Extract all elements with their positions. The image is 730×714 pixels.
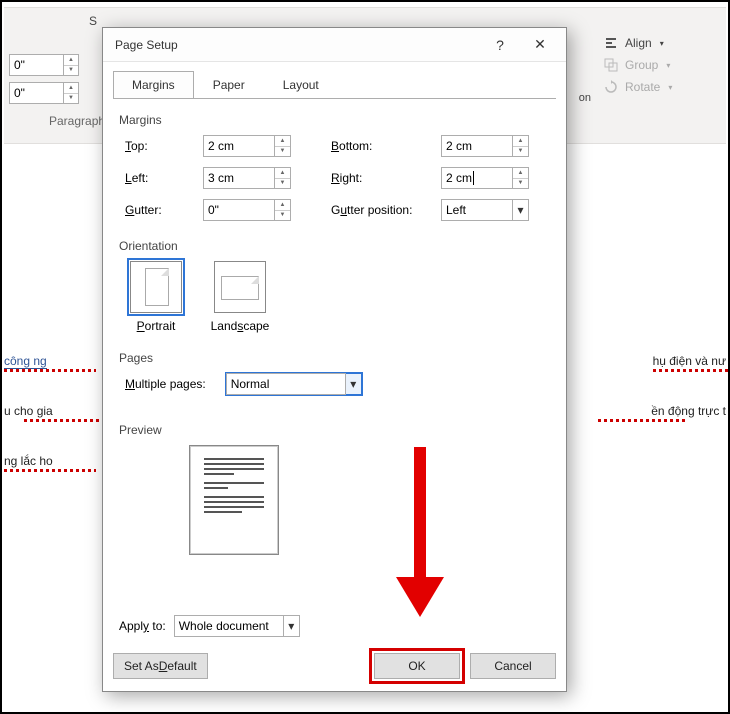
indent-right-field[interactable]: 0" xyxy=(9,82,64,104)
multiple-pages-label: Multiple pages: xyxy=(125,377,206,391)
left-input[interactable]: 3 cm▲▼ xyxy=(203,167,303,189)
right-label: Right: xyxy=(331,171,441,185)
indent-left-spinner[interactable]: ▲▼ xyxy=(64,54,79,76)
paragraph-group-label: Paragraph xyxy=(49,114,105,128)
chevron-down-icon: ▾ xyxy=(350,377,356,391)
document-link[interactable]: công ng xyxy=(4,354,47,369)
align-menu[interactable]: Align▾ xyxy=(601,32,721,54)
orientation-landscape[interactable]: Landscape xyxy=(209,261,271,333)
top-label: Top: xyxy=(125,139,203,153)
orientation-portrait[interactable]: Portrait xyxy=(125,261,187,333)
rotate-menu[interactable]: Rotate▾ xyxy=(601,76,721,98)
gutter-input[interactable]: 0"▲▼ xyxy=(203,199,303,221)
tab-paper[interactable]: Paper xyxy=(194,71,264,99)
ribbon-fragment: on xyxy=(579,92,591,104)
apply-to-label: Apply to: xyxy=(119,619,166,633)
bottom-label: Bottom: xyxy=(331,139,441,153)
gutter-position-dropdown[interactable]: Left▾ xyxy=(441,199,541,221)
gutter-position-label: Gutter position: xyxy=(331,203,441,217)
right-input[interactable]: 2 cm▲▼ xyxy=(441,167,541,189)
indent-right-spinner[interactable]: ▲▼ xyxy=(64,82,79,104)
preview-thumbnail xyxy=(189,445,279,555)
dialog-title-bar[interactable]: Page Setup ? ✕ xyxy=(103,28,566,62)
orientation-group-label: Orientation xyxy=(119,239,550,253)
gutter-label: Gutter: xyxy=(125,203,203,217)
bottom-input[interactable]: 2 cm▲▼ xyxy=(441,135,541,157)
indent-left-field[interactable]: 0" xyxy=(9,54,64,76)
preview-label: Preview xyxy=(119,423,550,437)
landscape-icon xyxy=(214,261,266,313)
margins-panel: Margins Top: 2 cm▲▼ Bottom: 2 cm▲▼ Left:… xyxy=(113,98,556,683)
apply-to-dropdown[interactable]: Whole document▾ xyxy=(174,615,300,637)
align-icon xyxy=(603,35,619,51)
multiple-pages-dropdown[interactable]: Normal▾ xyxy=(226,373,362,395)
paragraph-group: 0" ▲▼ 0" ▲▼ xyxy=(9,54,104,110)
close-button[interactable]: ✕ xyxy=(520,30,560,60)
cancel-button[interactable]: Cancel xyxy=(470,653,556,679)
top-input[interactable]: 2 cm▲▼ xyxy=(203,135,303,157)
chevron-down-icon: ▾ xyxy=(288,619,294,633)
arrange-group: Align▾ Group▾ Rotate▾ xyxy=(601,32,721,98)
tab-margins[interactable]: Margins xyxy=(113,71,194,99)
pages-group-label: Pages xyxy=(119,351,550,365)
set-as-default-button[interactable]: Set As Default xyxy=(113,653,208,679)
group-menu[interactable]: Group▾ xyxy=(601,54,721,76)
dialog-tabs: Margins Paper Layout xyxy=(113,70,556,98)
group-icon xyxy=(603,57,619,73)
dialog-title: Page Setup xyxy=(115,38,480,52)
help-button[interactable]: ? xyxy=(480,30,520,60)
portrait-icon xyxy=(130,261,182,313)
chevron-down-icon: ▾ xyxy=(517,203,523,217)
margins-group-label: Margins xyxy=(119,113,550,127)
rotate-icon xyxy=(603,79,619,95)
left-label: Left: xyxy=(125,171,203,185)
ok-button[interactable]: OK xyxy=(374,653,460,679)
tab-layout[interactable]: Layout xyxy=(264,71,338,99)
page-setup-dialog: Page Setup ? ✕ Margins Paper Layout Marg… xyxy=(102,27,567,692)
spacing-label: S xyxy=(89,14,97,28)
